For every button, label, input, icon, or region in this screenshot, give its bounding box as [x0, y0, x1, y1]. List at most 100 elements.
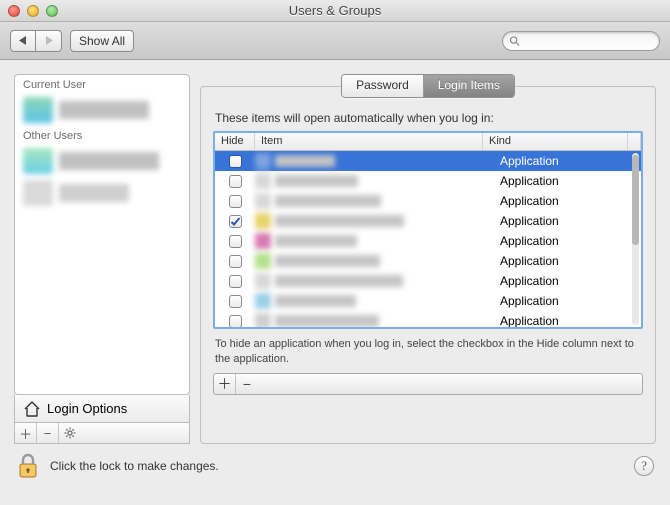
tab-password[interactable]: Password [342, 75, 424, 97]
sidebar-heading-other-users: Other Users [15, 126, 189, 145]
login-items-table: Hide Item Kind ApplicationApplicationApp… [213, 131, 643, 329]
login-items-instruction: These items will open automatically when… [215, 111, 643, 125]
app-icon [255, 293, 271, 309]
sidebar-heading-current-user: Current User [15, 75, 189, 94]
item-name-redacted [275, 235, 357, 247]
table-row[interactable]: Application [215, 251, 641, 271]
login-items-add-remove: ＋ − [213, 373, 643, 395]
forward-button[interactable] [36, 30, 62, 52]
login-options-label: Login Options [47, 401, 127, 416]
item-kind: Application [496, 194, 641, 208]
user-avatar-icon [23, 180, 53, 206]
item-kind: Application [496, 234, 641, 248]
show-all-button[interactable]: Show All [70, 30, 134, 52]
item-kind: Application [496, 214, 641, 228]
hide-checkbox[interactable] [229, 295, 242, 308]
minimize-window-button[interactable] [27, 5, 39, 17]
tab-bar: Password Login Items [200, 74, 656, 98]
search-input[interactable] [520, 34, 653, 48]
lock-icon[interactable] [16, 452, 40, 480]
sidebar-action-bar: ＋ − [14, 423, 190, 444]
app-icon [255, 233, 271, 249]
users-list: Current User Other Users [14, 74, 190, 395]
login-items-pane: These items will open automatically when… [200, 86, 656, 444]
house-icon [23, 400, 41, 418]
table-row[interactable]: Application [215, 231, 641, 251]
table-row[interactable]: Application [215, 151, 641, 171]
sidebar-action-menu-button[interactable] [59, 423, 81, 443]
column-header-spacer [628, 133, 641, 150]
item-kind: Application [496, 254, 641, 268]
search-field-wrap[interactable] [502, 31, 660, 51]
lock-text: Click the lock to make changes. [50, 459, 219, 473]
item-kind: Application [496, 174, 641, 188]
zoom-window-button[interactable] [46, 5, 58, 17]
content-area: Current User Other Users Login Options ＋… [0, 60, 670, 450]
gear-icon [64, 427, 76, 439]
user-avatar-icon [23, 97, 53, 123]
help-button[interactable]: ? [634, 456, 654, 476]
table-row[interactable]: Application [215, 291, 641, 311]
add-user-button[interactable]: ＋ [15, 423, 37, 443]
item-kind: Application [496, 294, 641, 308]
remove-login-item-button[interactable]: − [236, 374, 258, 394]
table-row[interactable]: Application [215, 271, 641, 291]
item-name-redacted [275, 275, 403, 287]
login-options-row[interactable]: Login Options [14, 395, 190, 423]
item-name-redacted [275, 295, 356, 307]
nav-back-forward [10, 30, 62, 52]
titlebar: Users & Groups [0, 0, 670, 22]
hide-checkbox[interactable] [229, 215, 242, 228]
back-button[interactable] [10, 30, 36, 52]
item-name-redacted [275, 315, 379, 327]
user-name-redacted [59, 101, 149, 119]
item-name-redacted [275, 195, 381, 207]
other-user-row[interactable] [15, 177, 189, 209]
hide-checkbox[interactable] [229, 275, 242, 288]
table-row[interactable]: Application [215, 211, 641, 231]
close-window-button[interactable] [8, 5, 20, 17]
current-user-row[interactable] [15, 94, 189, 126]
window-controls [8, 5, 58, 17]
other-user-row[interactable] [15, 145, 189, 177]
table-row[interactable]: Application [215, 311, 641, 327]
app-icon [255, 253, 271, 269]
login-items-hint: To hide an application when you log in, … [215, 337, 641, 367]
add-login-item-button[interactable]: ＋ [214, 374, 236, 394]
window-title: Users & Groups [0, 3, 670, 18]
app-icon [255, 153, 271, 169]
hide-checkbox[interactable] [229, 235, 242, 248]
triangle-right-icon [44, 36, 53, 45]
tab-login-items[interactable]: Login Items [424, 75, 514, 97]
item-name-redacted [275, 255, 380, 267]
table-row[interactable]: Application [215, 171, 641, 191]
scrollbar-thumb[interactable] [632, 155, 639, 245]
hide-checkbox[interactable] [229, 255, 242, 268]
user-name-redacted [59, 184, 129, 202]
hide-checkbox[interactable] [229, 195, 242, 208]
hide-checkbox[interactable] [229, 155, 242, 168]
column-header-hide[interactable]: Hide [215, 133, 255, 150]
app-icon [255, 193, 271, 209]
remove-user-button[interactable]: − [37, 423, 59, 443]
item-kind: Application [496, 274, 641, 288]
user-avatar-icon [23, 148, 53, 174]
app-icon [255, 213, 271, 229]
item-name-redacted [275, 175, 358, 187]
hide-checkbox[interactable] [229, 315, 242, 328]
column-header-item[interactable]: Item [255, 133, 483, 150]
app-icon [255, 173, 271, 189]
app-icon [255, 273, 271, 289]
table-body: Application Application Application Applica… [215, 151, 641, 327]
column-header-kind[interactable]: Kind [483, 133, 628, 150]
item-kind: Application [496, 314, 641, 327]
table-row[interactable]: Application [215, 191, 641, 211]
app-icon [255, 313, 271, 327]
item-name-redacted [275, 155, 335, 167]
item-kind: Application [496, 154, 641, 168]
toolbar: Show All [0, 22, 670, 60]
main-panel: Password Login Items These items will op… [200, 74, 656, 444]
user-name-redacted [59, 152, 159, 170]
item-name-redacted [275, 215, 404, 227]
hide-checkbox[interactable] [229, 175, 242, 188]
